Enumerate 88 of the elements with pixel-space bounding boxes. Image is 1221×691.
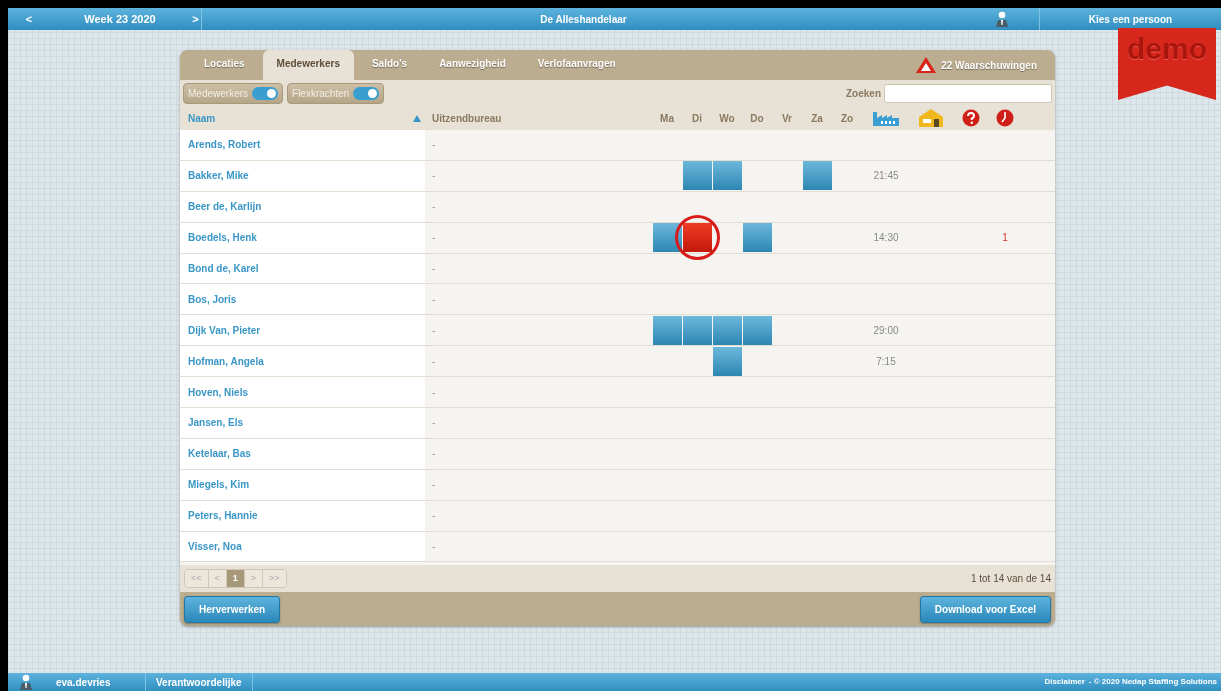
agency-cell: -: [432, 386, 436, 398]
planned-shift[interactable]: [683, 315, 712, 345]
agency-cell: -: [432, 510, 436, 522]
search-field[interactable]: [884, 83, 1052, 103]
column-header[interactable]: Naam: [188, 110, 216, 126]
sort-icon: [413, 114, 421, 122]
app-title: De Alleshandelaar: [539, 12, 628, 27]
planned-shift[interactable]: [653, 223, 682, 253]
employee-name[interactable]: Hoven, Niels: [180, 377, 425, 407]
employee-name[interactable]: Dijk Van, Pieter: [180, 315, 425, 346]
employee-name[interactable]: Arends, Robert: [180, 130, 425, 160]
agency-cell: -: [432, 170, 436, 182]
planned-shift[interactable]: [713, 315, 742, 345]
agency-cell: -: [432, 201, 436, 213]
action-button[interactable]: Download voor Excel: [919, 595, 1051, 623]
agency-cell: -: [432, 448, 436, 460]
day-header: Vr: [782, 112, 792, 124]
search-label: Zoeken: [846, 86, 881, 101]
planned-shift[interactable]: [713, 161, 742, 191]
agency-cell: -: [432, 541, 436, 552]
copyright-text: - © 2020 Nedap Staffing Solutions: [1088, 676, 1217, 688]
filter-toggle[interactable]: Flexkrachten: [287, 82, 385, 104]
page-button[interactable]: >>: [263, 569, 286, 588]
tab[interactable]: Saldo's: [357, 50, 422, 80]
hours-total: 14:30: [873, 232, 899, 244]
planned-shift[interactable]: [683, 161, 712, 191]
agency-cell: -: [432, 139, 436, 151]
user-icon: [18, 673, 34, 691]
warnings-count[interactable]: 22 Waarschuwingen: [941, 57, 1037, 73]
tab[interactable]: Aanwezigheid: [425, 50, 520, 80]
page-info: 1 tot 14 van de 14: [970, 572, 1051, 586]
prev-week-button[interactable]: <: [8, 8, 50, 30]
employee-name[interactable]: Bos, Joris: [180, 284, 425, 315]
agency-cell: -: [432, 355, 436, 367]
agency-cell: -: [432, 263, 436, 274]
flagged-shift[interactable]: [683, 223, 712, 253]
employee-name[interactable]: Boedels, Henk: [180, 222, 425, 253]
next-week-button[interactable]: >: [190, 8, 202, 30]
employee-name[interactable]: Ketelaar, Bas: [180, 438, 425, 469]
employee-name[interactable]: Bakker, Mike: [180, 160, 425, 191]
user-name: eva.devries: [56, 675, 111, 690]
tab[interactable]: Locaties: [190, 50, 259, 80]
agency-cell: -: [432, 232, 436, 244]
planned-shift[interactable]: [653, 315, 682, 345]
page-button[interactable]: 1: [226, 569, 245, 588]
employee-name[interactable]: Peters, Hannie: [180, 500, 425, 531]
column-header[interactable]: Uitzendbureau: [432, 112, 502, 124]
help-icon: [962, 109, 980, 127]
choose-person-button[interactable]: Kies een persoon: [1040, 8, 1221, 30]
planned-shift[interactable]: [743, 223, 772, 253]
employee-name[interactable]: Bond de, Karel: [180, 253, 425, 284]
hours-total: 29:00: [873, 324, 899, 336]
tab[interactable]: Verlofaanvragen: [523, 50, 630, 80]
clock-icon: [996, 109, 1014, 127]
page-button[interactable]: <: [208, 569, 227, 588]
day-header: Wo: [719, 112, 735, 124]
warning-icon: [915, 56, 938, 74]
employee-name[interactable]: Visser, Noa: [180, 531, 425, 562]
employee-name[interactable]: Beer de, Karlijn: [180, 191, 425, 222]
employee-name[interactable]: Jansen, Els: [180, 408, 425, 438]
agency-cell: -: [432, 479, 436, 491]
day-header: Za: [811, 112, 823, 124]
house-icon: [918, 108, 944, 128]
day-header: Zo: [840, 112, 854, 124]
day-header: Di: [692, 112, 702, 124]
employee-name[interactable]: Miegels, Kim: [180, 469, 425, 500]
tab[interactable]: Medewerkers: [262, 50, 354, 80]
agency-cell: -: [432, 293, 436, 305]
page-button[interactable]: >: [244, 569, 264, 588]
hours-total: 21:45: [873, 170, 899, 182]
planned-shift[interactable]: [803, 161, 832, 191]
employee-name[interactable]: Hofman, Angela: [180, 346, 425, 377]
week-label: Week 23 2020: [83, 11, 157, 27]
action-button[interactable]: Herverwerken: [184, 595, 281, 623]
filter-toggle[interactable]: Medewerkers: [183, 82, 284, 104]
day-header: Do: [750, 112, 764, 124]
agency-cell: -: [432, 417, 436, 429]
late-count: 1: [1002, 232, 1008, 244]
planned-shift[interactable]: [713, 346, 742, 376]
planned-shift[interactable]: [743, 315, 772, 345]
role-label: Verantwoordelijke: [146, 673, 253, 691]
agency-cell: -: [432, 324, 436, 336]
person-icon: [994, 10, 1010, 28]
disclaimer-link[interactable]: Disclaimer: [1044, 676, 1085, 688]
hours-total: 7:15: [876, 355, 896, 367]
factory-icon: [872, 109, 900, 127]
page-button[interactable]: <<: [185, 569, 209, 588]
day-header: Ma: [660, 112, 674, 124]
